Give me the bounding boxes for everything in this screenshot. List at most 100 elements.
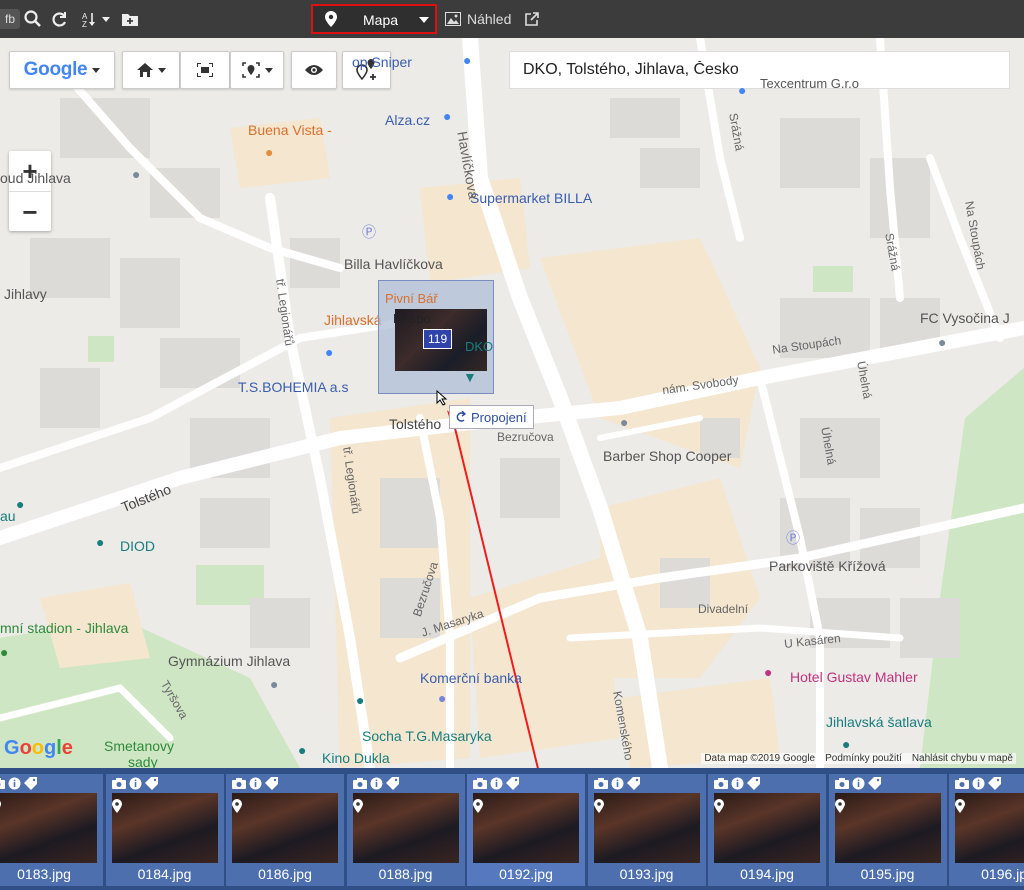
- thumbnail-item[interactable]: 0196.jpg: [949, 774, 1024, 886]
- poi-smetanovy-sady[interactable]: Smetanovy: [104, 738, 174, 754]
- shop-pin-icon[interactable]: ●: [738, 82, 746, 98]
- tag-icon[interactable]: [385, 777, 400, 790]
- poi-oud-jihlava[interactable]: oud Jihlava: [0, 170, 71, 186]
- poi-sniper[interactable]: op Sniper: [352, 54, 412, 70]
- poi-barber-shop[interactable]: Barber Shop Cooper: [603, 448, 731, 464]
- info-icon[interactable]: [129, 777, 142, 790]
- poi-kino-dukla[interactable]: Kino Dukla: [322, 750, 390, 766]
- camera-icon[interactable]: [0, 777, 5, 789]
- poi-alza[interactable]: Alza.cz: [385, 112, 430, 128]
- poi-pivni-bar: Pivní Bář: [385, 291, 438, 306]
- museum-icon[interactable]: ●: [842, 736, 850, 752]
- refresh-icon[interactable]: [48, 0, 70, 38]
- camera-icon[interactable]: [955, 777, 969, 789]
- poi-komercni-banka[interactable]: Komerční banka: [420, 670, 522, 686]
- info-icon[interactable]: [8, 777, 21, 790]
- poi-hotel-gustav-mahler[interactable]: Hotel Gustav Mahler: [790, 669, 918, 685]
- shop-pin-icon[interactable]: ●: [443, 108, 451, 124]
- map-view[interactable]: Google + − op Sniper ● Alza.cz ● ● Super…: [0, 38, 1024, 768]
- poi-stadion[interactable]: mní stadion - Jihlava: [0, 620, 128, 636]
- camera-icon[interactable]: [232, 777, 246, 789]
- shop-pin-icon[interactable]: ●: [463, 52, 471, 68]
- poi-parkoviste-krizova[interactable]: Parkoviště Křížová: [769, 558, 886, 574]
- thumbnail-item[interactable]: 0195.jpg: [828, 774, 947, 886]
- poi-pin-icon[interactable]: ●: [0, 644, 8, 660]
- tag-icon[interactable]: [144, 777, 159, 790]
- poi-billa-supermarket[interactable]: Supermarket BILLA: [470, 190, 592, 206]
- tag-icon[interactable]: [506, 777, 520, 790]
- thumbnail-item[interactable]: 0184.jpg: [105, 774, 224, 886]
- info-icon[interactable]: [731, 777, 744, 790]
- poi-gymnazium[interactable]: Gymnázium Jihlava: [168, 653, 290, 669]
- restaurant-icon[interactable]: ●: [265, 144, 273, 160]
- poi-ts-bohemia[interactable]: T.S.BOHEMIA a.s: [238, 379, 348, 395]
- street-tolsteho: Tolstého: [389, 416, 442, 432]
- camera-icon[interactable]: [834, 777, 849, 789]
- poi-pin-icon[interactable]: ●: [16, 496, 24, 512]
- poi-buena-vista[interactable]: Buena Vista -: [248, 122, 332, 138]
- add-folder-icon[interactable]: [119, 0, 141, 38]
- report-error-link[interactable]: Nahlásit chybu v mapě: [912, 753, 1013, 764]
- cart-icon[interactable]: ●: [446, 188, 454, 204]
- view-selector[interactable]: Mapa: [311, 4, 437, 34]
- poi-billa-havlickova[interactable]: Billa Havlíčkova: [344, 256, 443, 272]
- info-icon[interactable]: [490, 777, 503, 790]
- filter-field[interactable]: fb: [0, 9, 20, 29]
- monument-icon[interactable]: ●: [356, 692, 364, 708]
- bank-icon[interactable]: ●: [438, 690, 446, 706]
- preview-button[interactable]: Náhled: [445, 0, 540, 38]
- terms-link[interactable]: Podmínky použití: [825, 753, 902, 764]
- shop-pin-icon[interactable]: ●: [96, 534, 104, 550]
- thumbnail-item[interactable]: 0192.jpg: [467, 774, 585, 886]
- hotel-icon[interactable]: ●: [764, 664, 772, 680]
- camera-icon[interactable]: [593, 777, 608, 789]
- thumbnail-item[interactable]: 0193.jpg: [587, 774, 706, 886]
- poi-pin-icon[interactable]: ●: [938, 334, 946, 350]
- sort-icon[interactable]: AZ: [80, 0, 114, 38]
- visibility-button[interactable]: [291, 51, 337, 89]
- museum-icon[interactable]: ●: [132, 166, 140, 182]
- home-button[interactable]: [122, 51, 180, 89]
- external-link-icon[interactable]: [525, 12, 540, 26]
- info-icon[interactable]: [852, 777, 865, 790]
- tag-icon[interactable]: [988, 777, 1002, 790]
- thumbnail-image: [834, 793, 941, 863]
- locate-button[interactable]: [230, 51, 284, 89]
- camera-icon[interactable]: [473, 777, 487, 789]
- poi-jihlavy[interactable]: Jihlavy: [4, 286, 47, 302]
- tag-icon[interactable]: [626, 777, 641, 790]
- tag-icon[interactable]: [265, 777, 279, 790]
- fit-bounds-button[interactable]: [180, 51, 230, 89]
- map-provider-button[interactable]: Google: [9, 51, 115, 89]
- info-icon[interactable]: [370, 777, 383, 790]
- poi-diod[interactable]: DIOD: [120, 538, 155, 554]
- poi-texcentrum[interactable]: Texcentrum G.r.o: [760, 76, 859, 91]
- poi-fc-vysocina[interactable]: FC Vysočina J: [920, 310, 1010, 326]
- poi-socha-tgm[interactable]: Socha T.G.Masaryka: [362, 728, 492, 744]
- poi-jihlavska[interactable]: Jihlavská: [324, 312, 382, 328]
- search-icon[interactable]: [22, 0, 44, 38]
- shop-pin-icon[interactable]: ●: [325, 344, 333, 360]
- photo-cluster-marker[interactable]: Pivní Bář Hospo DKO 119 ▼: [378, 280, 494, 394]
- school-icon[interactable]: ●: [270, 676, 278, 692]
- camera-icon[interactable]: [714, 777, 728, 789]
- tag-icon[interactable]: [747, 777, 761, 790]
- parking-icon[interactable]: Ⓟ: [786, 528, 800, 548]
- poi-dko: DKO: [465, 339, 494, 354]
- camera-icon[interactable]: [352, 777, 367, 789]
- parking-icon[interactable]: Ⓟ: [362, 222, 376, 242]
- poi-jihlavska-satlava[interactable]: Jihlavská šatlava: [826, 714, 932, 730]
- poi-pin-icon[interactable]: ●: [620, 414, 628, 430]
- thumbnail-item[interactable]: 0194.jpg: [708, 774, 826, 886]
- info-icon[interactable]: [972, 777, 985, 790]
- zoom-out-button[interactable]: −: [9, 192, 51, 232]
- tag-icon[interactable]: [867, 777, 882, 790]
- thumbnail-item[interactable]: 0183.jpg: [0, 774, 103, 886]
- info-icon[interactable]: [611, 777, 624, 790]
- info-icon[interactable]: [249, 777, 262, 790]
- thumbnail-item[interactable]: 0186.jpg: [226, 774, 344, 886]
- cinema-icon[interactable]: ●: [298, 742, 306, 758]
- camera-icon[interactable]: [111, 777, 126, 789]
- tag-icon[interactable]: [24, 777, 38, 790]
- thumbnail-item[interactable]: 0188.jpg: [346, 774, 465, 886]
